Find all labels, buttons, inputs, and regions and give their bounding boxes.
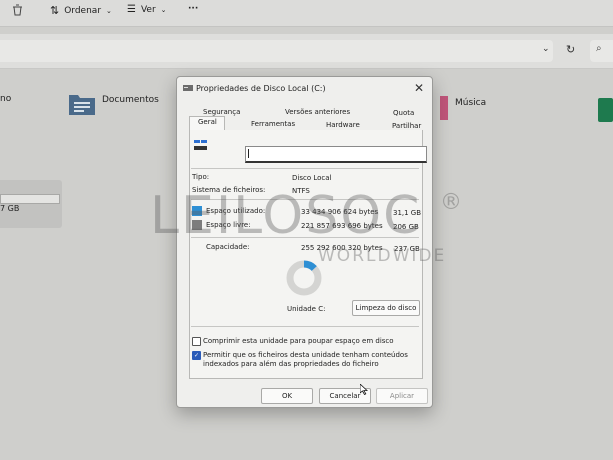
type-label: Tipo: <box>192 173 210 181</box>
separator <box>191 237 419 238</box>
tab-tools[interactable]: Ferramentas <box>251 120 295 128</box>
folder-label-music: Música <box>455 98 487 108</box>
close-icon[interactable]: ✕ <box>414 81 424 95</box>
separator <box>191 326 419 327</box>
properties-dialog: Propriedades de Disco Local (C:) ✕ Segur… <box>176 76 433 408</box>
used-space-bytes: 33 434 906 624 bytes <box>301 208 379 216</box>
tab-quota[interactable]: Quota <box>393 109 414 117</box>
file-system-label: Sistema de ficheiros: <box>192 186 266 194</box>
tab-security[interactable]: Segurança <box>203 108 240 116</box>
drive-usage-bar <box>0 194 60 204</box>
index-label-line2: indexados para além das propriedades do … <box>203 360 379 368</box>
sort-icon: ⇅ <box>50 4 60 17</box>
spreadsheet-icon <box>598 98 613 122</box>
drive-name-input[interactable] <box>245 146 427 163</box>
free-space-swatch <box>192 220 202 230</box>
command-bar: ⇅ Ordenar ⌄ ☰ Ver ⌄ ··· <box>0 0 613 27</box>
tab-hardware[interactable]: Hardware <box>326 121 360 129</box>
tab-sharing[interactable]: Partilhar <box>392 122 421 130</box>
more-icon: ··· <box>188 4 199 14</box>
drive-tile[interactable]: 7 GB <box>0 180 62 228</box>
address-bar: ⌄ ↻ ⌕ <box>0 34 613 69</box>
free-space-bytes: 221 857 693 696 bytes <box>301 222 383 230</box>
used-space-swatch <box>192 206 202 216</box>
capacity-label: Capacidade: <box>206 243 250 251</box>
tab-previous-versions[interactable]: Versões anteriores <box>285 108 350 116</box>
compress-checkbox[interactable] <box>192 337 201 346</box>
mouse-pointer-icon <box>360 384 368 395</box>
ok-button[interactable]: OK <box>261 388 313 404</box>
separator <box>191 168 419 169</box>
used-space-label: Espaço utilizado: <box>206 207 266 215</box>
chevron-down-icon[interactable]: ⌄ <box>542 44 550 54</box>
folder-music[interactable]: Música <box>440 96 520 122</box>
capacity-gb: 237 GB <box>394 245 420 253</box>
search-icon: ⌕ <box>596 43 602 54</box>
windows-drive-icon <box>194 140 207 150</box>
file-system-value: NTFS <box>292 187 310 195</box>
index-checkbox[interactable]: ✓ <box>192 351 201 360</box>
dialog-title: Propriedades de Disco Local (C:) <box>196 84 326 93</box>
apply-button[interactable]: Aplicar <box>376 388 428 404</box>
drive-label: Unidade C: <box>287 305 326 313</box>
documents-folder-icon <box>69 95 95 115</box>
type-value: Disco Local <box>292 174 332 182</box>
chevron-down-icon: ⌄ <box>160 5 167 14</box>
capacity-bytes: 255 292 600 320 bytes <box>301 244 383 252</box>
sort-label: Ordenar <box>64 5 102 16</box>
compress-label: Comprimir esta unidade para poupar espaç… <box>203 337 394 345</box>
view-icon: ☰ <box>127 4 136 15</box>
delete-button[interactable] <box>12 4 23 16</box>
folder-label-partial: no <box>0 94 12 104</box>
text-cursor <box>248 149 249 158</box>
view-button[interactable]: ☰ Ver ⌄ <box>127 4 167 15</box>
folder-documents[interactable]: Documentos <box>68 92 168 118</box>
tab-general[interactable]: Geral <box>198 118 217 126</box>
drive-icon <box>183 85 193 91</box>
trash-icon <box>13 4 22 16</box>
music-folder-icon <box>440 96 448 120</box>
disk-usage-donut <box>286 260 322 296</box>
view-label: Ver <box>140 4 156 15</box>
used-space-gb: 31,1 GB <box>393 209 422 217</box>
search-box[interactable]: ⌕ <box>590 40 613 62</box>
folder-label-documents: Documentos <box>102 95 159 105</box>
free-space-gb: 206 GB <box>393 223 419 231</box>
free-space-label: Espaço livre: <box>206 221 251 229</box>
index-label-line1: Permitir que os ficheiros desta unidade … <box>203 351 408 359</box>
more-options-button[interactable]: ··· <box>188 4 198 14</box>
chevron-down-icon: ⌄ <box>106 6 112 15</box>
sort-button[interactable]: ⇅ Ordenar ⌄ <box>50 4 112 17</box>
folder-partial-green[interactable] <box>598 98 613 124</box>
refresh-icon[interactable]: ↻ <box>566 43 575 56</box>
separator <box>191 199 419 200</box>
drive-size-label: 7 GB <box>0 204 20 213</box>
disk-cleanup-button[interactable]: Limpeza do disco <box>352 300 420 316</box>
address-field[interactable] <box>0 40 553 62</box>
dialog-titlebar[interactable]: Propriedades de Disco Local (C:) ✕ <box>177 77 432 99</box>
